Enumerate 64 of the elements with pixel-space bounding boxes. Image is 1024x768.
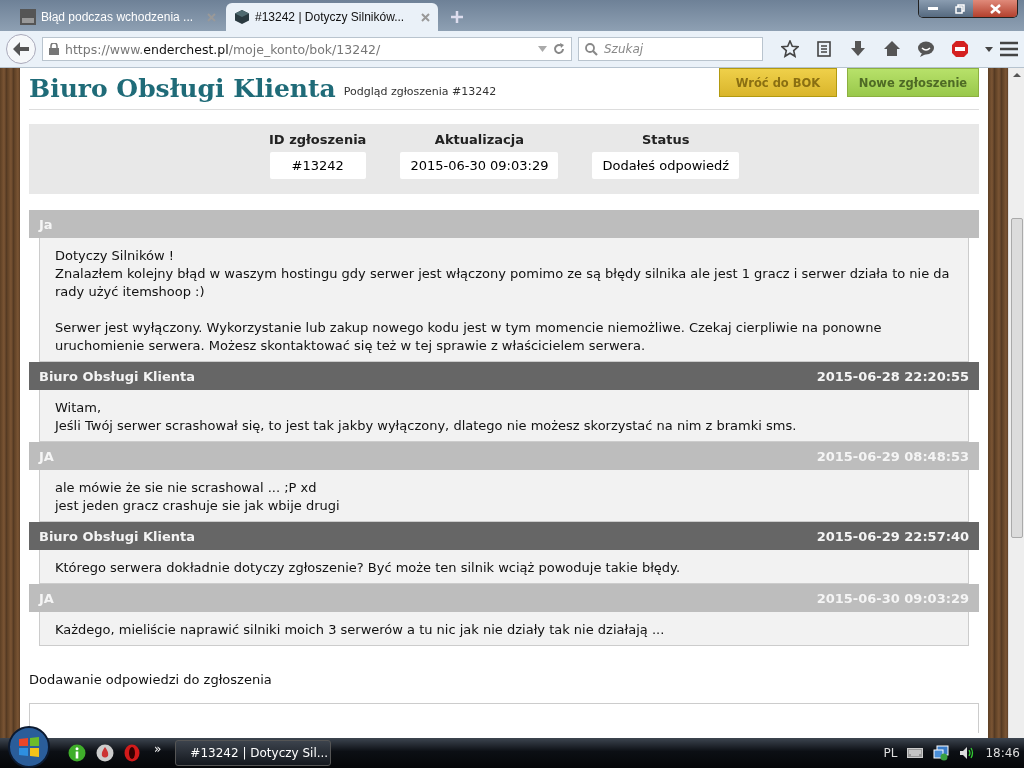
scrollbar[interactable] [1008,68,1024,738]
dropdown-icon[interactable] [985,46,993,52]
language-indicator[interactable]: PL [883,746,898,760]
cube-icon [234,9,250,25]
info-label: ID zgłoszenia [269,132,367,147]
minimize-icon [927,6,938,11]
scrollbar-thumb[interactable] [1010,218,1023,538]
network-icon[interactable] [933,745,950,761]
restore-button[interactable] [946,0,973,17]
message-author: JA [39,448,54,464]
info-value: 2015-06-30 09:03:29 [400,152,559,179]
reading-list-icon[interactable] [815,40,833,58]
message-author: Biuro Obsługi Klienta [39,368,195,384]
chat-bubble-icon[interactable] [917,40,935,58]
site-favicon [20,9,36,25]
bookmark-star-icon[interactable] [781,40,799,58]
message-author: Ja [39,216,53,232]
search-icon [585,42,598,56]
reload-icon[interactable] [553,43,565,55]
message-text: Każdego, mieliście naprawić silniki moich 3 serwerów a tu nic jak nie działy tak nie działają ... [55,621,666,639]
minimize-button[interactable] [919,0,946,17]
close-icon [989,3,1001,14]
back-button[interactable] [6,34,36,64]
browser-tab[interactable]: #13242 | Dotyczy Silników... [226,3,438,31]
section-heading: Dodawanie odpowiedzi do zgłoszenia [29,672,273,687]
info-label: Aktualizacja [434,132,524,147]
start-button[interactable] [8,726,50,768]
info-label: Status [641,132,690,147]
message-author: Biuro Obsługi Klienta [39,528,195,544]
info-value: Dodałeś odpowiedź [592,152,739,179]
speaker-icon[interactable] [959,746,976,760]
close-button[interactable] [973,0,1017,17]
lock-icon [49,43,59,55]
address-bar[interactable]: https://www.enderchest.pl/moje_konto/bok/13242/ [42,37,572,61]
message-date: 2015-06-28 22:20:55 [816,368,969,384]
restore-icon [954,3,965,14]
scroll-up-icon[interactable] [1012,72,1021,78]
menu-icon[interactable] [1000,41,1018,57]
message-text: Witam, Jeśli Twój serwer scrashował się, to jest tak jakby wyłączony, dlatego nie możesz skorzystać na nim z bramki sms. [55,399,798,435]
message-text: ale mówie że sie nie scrashowal ... ;P xd jest jeden gracz crashuje sie jak wbije drugi [55,479,341,515]
back-arrow-icon [13,42,29,56]
url-text: https://www.enderchest.pl/moje_konto/bok/13242/ [65,41,382,57]
home-icon[interactable] [883,40,901,58]
page-title: Biuro Obsługi Klienta [29,74,336,103]
download-icon[interactable] [849,40,867,58]
new-tab-icon[interactable] [450,10,464,24]
message-date: 2015-06-30 09:03:29 [816,590,969,606]
clock[interactable]: 18:46 [985,746,1020,760]
reply-field[interactable] [29,703,979,733]
message-text: Którego serwera dokładnie dotyczy zgłoszenie? Być może ten silnik wciąż powoduje takie błędy. [55,559,682,577]
message-text: Serwer jest wyłączony. Wykorzystanie lub zakup nowego kodu jest w tym momencie niemożliwe. Czekaj cierpliwie na ponowne uruchomienie serwera. Możesz skontaktować się też w tej sprawie z właścicielem serwera. [55,319,883,355]
message-text: Dotyczy Silników ! Znalazłem kolejny błąd w waszym hostingu gdy serwer jest włączony pomimo ze są błędy silnika ale jest 1 gracz i serwer działa to nie da rady użyć itemshoop :) [55,247,951,301]
keyboard-icon[interactable] [907,748,924,758]
taskbar-button[interactable]: #13242 | Dotyczy Sil... [175,740,332,766]
flame-circle-icon[interactable] [96,744,114,762]
new-ticket-button[interactable]: Nowe zgłoszenie [847,68,979,97]
page-subtitle: Podgląd zgłoszenia #13242 [343,85,497,98]
info-icon[interactable] [68,744,86,762]
message-date: 2015-06-29 08:48:53 [816,448,969,464]
info-value: #13242 [269,152,366,179]
message-author: JA [39,590,54,606]
overflow-chevron[interactable]: » [154,742,162,756]
message-date: 2015-06-29 22:57:40 [816,528,969,544]
search-field[interactable]: Szukaj [578,37,763,61]
